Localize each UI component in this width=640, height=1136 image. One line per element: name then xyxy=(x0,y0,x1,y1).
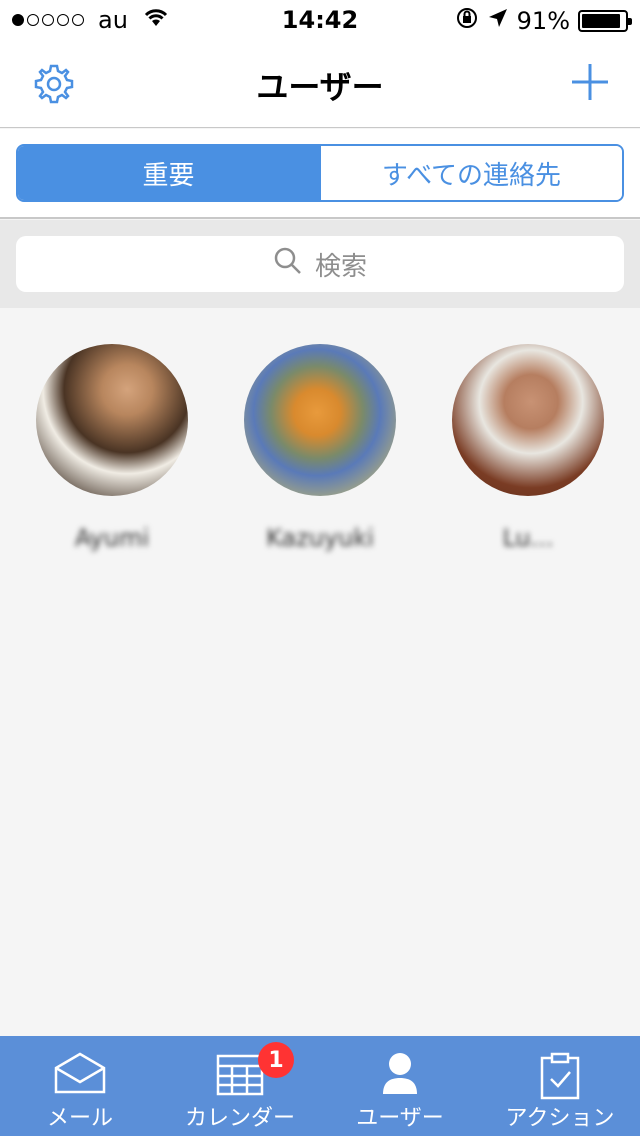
avatar xyxy=(452,344,604,496)
tab-label: アクション xyxy=(505,1106,615,1131)
notification-badge: 1 xyxy=(258,1042,294,1078)
mail-icon xyxy=(54,1052,106,1098)
location-arrow-icon xyxy=(487,7,509,35)
contact-name: Lu... xyxy=(502,524,554,552)
navigation-bar: ユーザー xyxy=(0,40,640,128)
search-input[interactable]: 検索 xyxy=(16,236,624,292)
contact-item[interactable]: Kazuyuki xyxy=(220,344,420,552)
plus-icon[interactable] xyxy=(568,60,612,104)
status-bar: au 14:42 91% xyxy=(0,0,640,40)
battery-percent: 91% xyxy=(516,7,570,35)
status-right: 91% xyxy=(455,6,632,36)
tab-label: カレンダー xyxy=(184,1106,295,1131)
segment-all-contacts[interactable]: すべての連絡先 xyxy=(319,146,622,200)
user-icon xyxy=(380,1052,420,1100)
tab-mail[interactable]: メール xyxy=(0,1036,160,1136)
contact-item[interactable]: Ayumi xyxy=(12,344,212,552)
tab-bar: メール 1 カレンダー ユーザー アクション xyxy=(0,1036,640,1136)
search-placeholder: 検索 xyxy=(314,251,367,282)
tab-label: ユーザー xyxy=(356,1106,444,1131)
calendar-icon xyxy=(216,1052,264,1100)
search-icon xyxy=(273,246,303,283)
tab-calendar[interactable]: 1 カレンダー xyxy=(160,1036,320,1136)
segmented-control: 重要 すべての連絡先 xyxy=(16,144,624,202)
contact-name: Kazuyuki xyxy=(266,524,374,552)
clipboard-check-icon xyxy=(539,1052,581,1104)
segment-area: 重要 すべての連絡先 xyxy=(0,129,640,219)
avatar xyxy=(244,344,396,496)
contacts-grid: Ayumi Kazuyuki Lu... xyxy=(0,308,640,1036)
tab-actions[interactable]: アクション xyxy=(480,1036,640,1136)
tab-users[interactable]: ユーザー xyxy=(320,1036,480,1136)
battery-icon xyxy=(578,10,632,32)
battery-fill xyxy=(582,14,621,28)
segment-important[interactable]: 重要 xyxy=(18,146,319,200)
tab-label: メール xyxy=(46,1106,113,1131)
avatar xyxy=(36,344,188,496)
contact-item[interactable]: Lu... xyxy=(428,344,628,552)
contact-name: Ayumi xyxy=(74,524,150,552)
page-title: ユーザー xyxy=(256,68,384,106)
search-area: 検索 xyxy=(0,220,640,308)
rotation-lock-icon xyxy=(455,6,479,36)
